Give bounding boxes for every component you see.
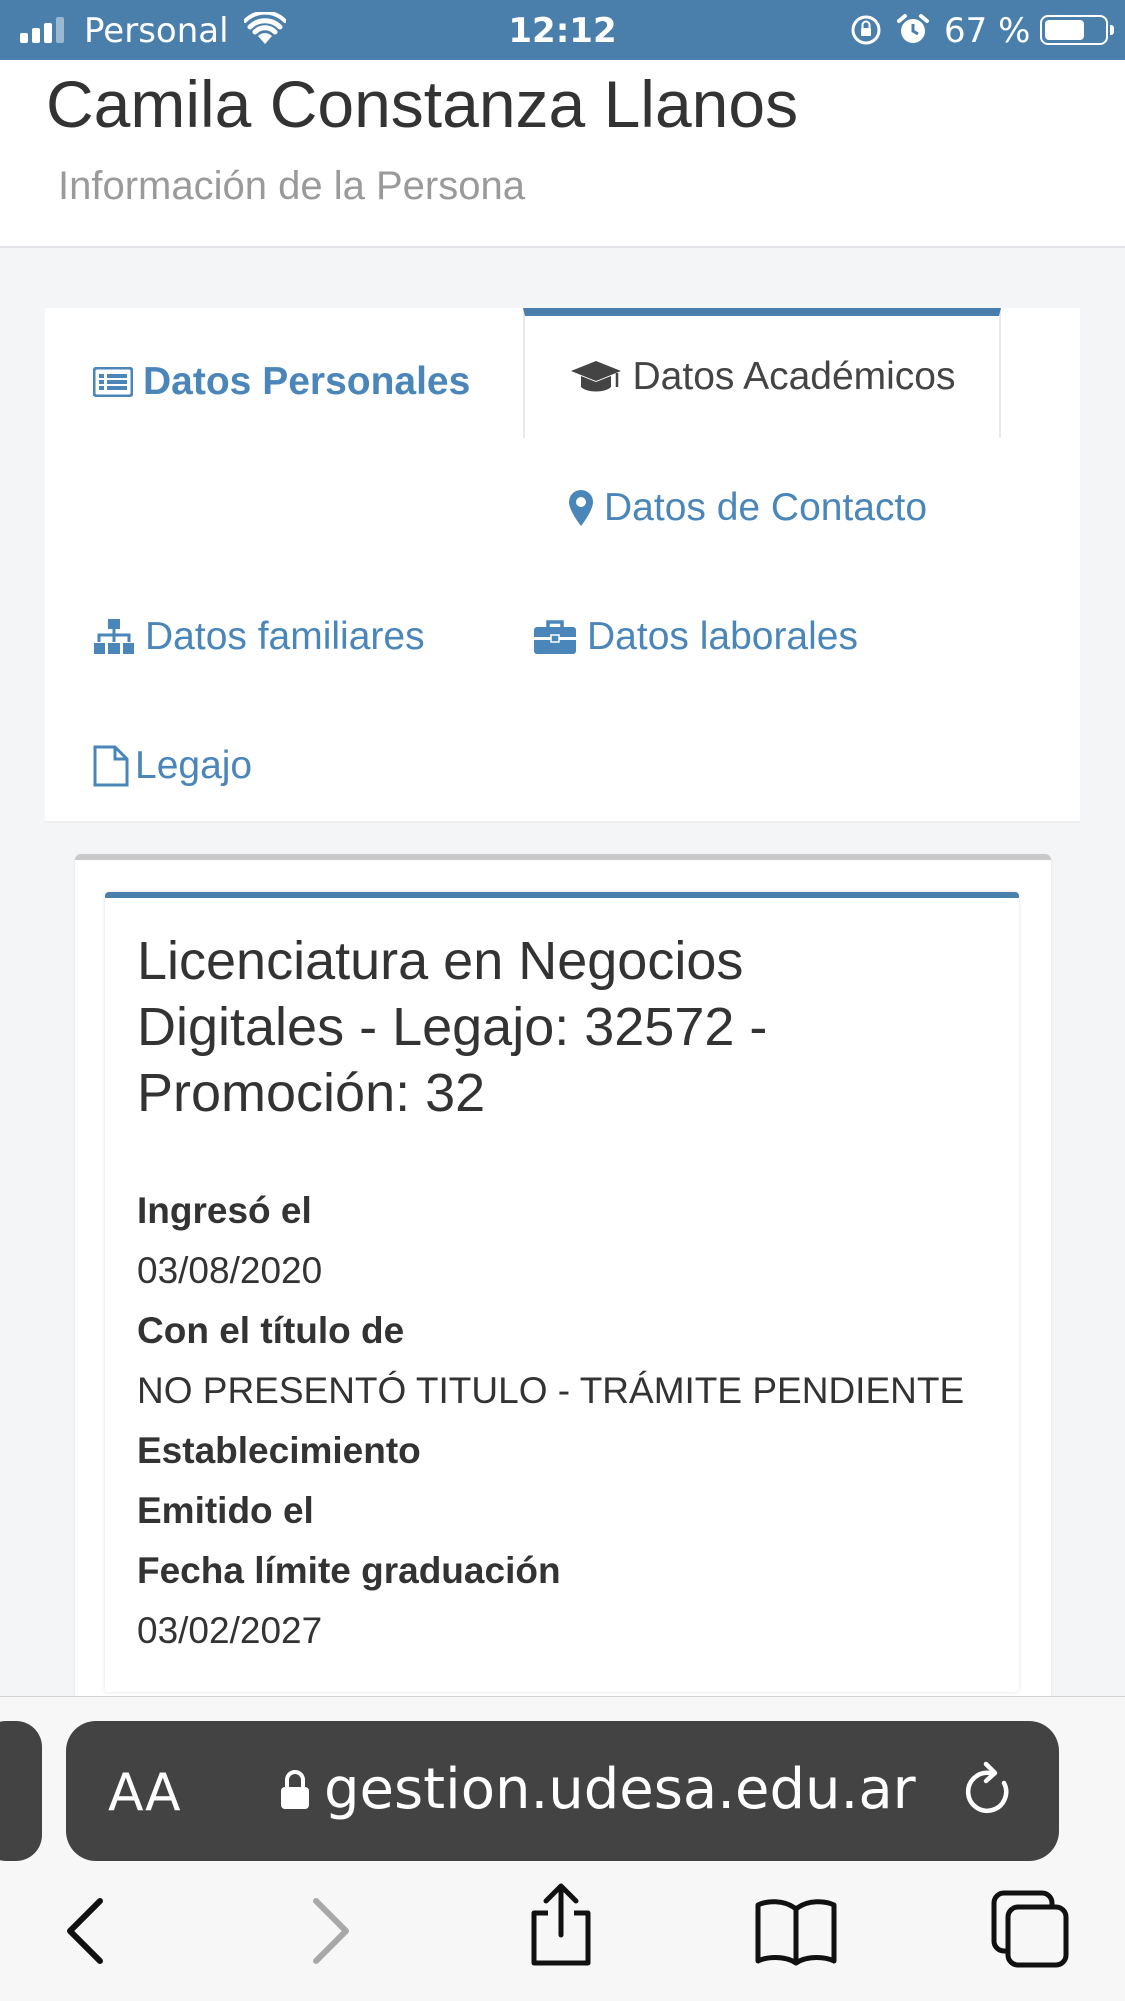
tab-datos-personales[interactable]: Datos Personales bbox=[93, 360, 470, 404]
browser-toolbar: AA gestion.udesa.edu.ar bbox=[0, 1696, 1125, 2001]
tab-label: Legajo bbox=[135, 744, 253, 787]
tab-label: Datos Académicos bbox=[632, 355, 956, 398]
career-title: Licenciatura en Negocios Digitales - Leg… bbox=[137, 931, 768, 1123]
list-icon bbox=[93, 367, 133, 397]
tab-label: Datos Personales bbox=[143, 360, 471, 403]
text-size-label: AA bbox=[108, 1763, 181, 1823]
back-arrow-icon[interactable] bbox=[62, 1895, 112, 1967]
career-box: Licenciatura en Negocios Digitales - Leg… bbox=[105, 892, 1019, 1692]
tab-label: Datos de Contacto bbox=[604, 486, 928, 529]
url-text: gestion.udesa.edu.ar bbox=[324, 1757, 916, 1822]
page-subtitle: Información de la Persona bbox=[58, 164, 525, 208]
text-size-button[interactable]: AA bbox=[108, 1763, 181, 1823]
previous-tab-peek[interactable] bbox=[0, 1721, 42, 1861]
emitido-label: Emitido el bbox=[137, 1490, 314, 1531]
tab-datos-familiares[interactable]: Datos familiares bbox=[93, 615, 425, 659]
page-title: Camila Constanza Llanos bbox=[46, 67, 799, 141]
tabs-nav: Datos Personales Datos Académicos Datos … bbox=[45, 308, 1080, 823]
tab-datos-academicos[interactable]: Datos Académicos bbox=[523, 308, 1001, 438]
forward-arrow-icon[interactable] bbox=[304, 1895, 354, 1967]
ingreso-label: Ingresó el bbox=[137, 1190, 312, 1231]
titulo-value: NO PRESENTÓ TITULO - TRÁMITE PENDIENTE bbox=[137, 1370, 965, 1411]
battery-icon bbox=[1040, 15, 1114, 45]
share-icon[interactable] bbox=[526, 1883, 596, 1967]
fecha-limite-label: Fecha límite graduación bbox=[137, 1550, 561, 1591]
tabs-icon[interactable] bbox=[990, 1889, 1070, 1969]
ingreso-value: 03/08/2020 bbox=[137, 1250, 323, 1291]
alarm-icon bbox=[897, 14, 929, 43]
page-header: Camila Constanza Llanos Información de l… bbox=[0, 60, 1125, 248]
establecimiento-label: Establecimiento bbox=[137, 1430, 421, 1471]
battery-level bbox=[1045, 20, 1084, 40]
tab-label: Datos laborales bbox=[587, 615, 858, 658]
tab-datos-contacto[interactable]: Datos de Contacto bbox=[568, 486, 927, 530]
status-bar: Personal 12:12 67 % bbox=[0, 0, 1125, 60]
orientation-lock-icon bbox=[851, 15, 881, 45]
tab-datos-laborales[interactable]: Datos laborales bbox=[533, 615, 858, 659]
tab-legajo[interactable]: Legajo bbox=[93, 744, 252, 788]
map-marker-icon bbox=[569, 490, 593, 526]
titulo-label: Con el título de bbox=[137, 1310, 405, 1351]
bookmarks-icon[interactable] bbox=[754, 1895, 838, 1967]
fecha-limite-value: 03/02/2027 bbox=[137, 1610, 323, 1651]
academic-panel: Licenciatura en Negocios Digitales - Leg… bbox=[75, 854, 1051, 1704]
sitemap-icon bbox=[94, 619, 134, 654]
briefcase-icon bbox=[534, 620, 576, 654]
tab-label: Datos familiares bbox=[145, 615, 425, 658]
address-bar[interactable]: AA gestion.udesa.edu.ar bbox=[66, 1721, 1059, 1861]
battery-percentage: 67 % bbox=[944, 11, 1031, 51]
lock-icon bbox=[281, 1770, 309, 1809]
reload-icon[interactable] bbox=[960, 1761, 1016, 1821]
graduation-cap-icon bbox=[570, 361, 621, 392]
file-icon bbox=[93, 745, 129, 787]
